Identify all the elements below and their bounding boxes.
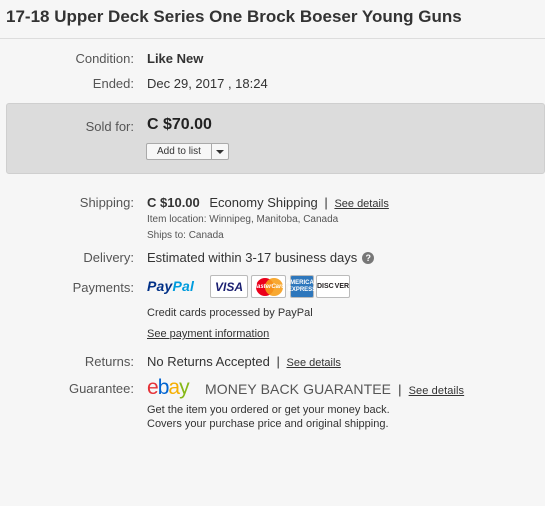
returns-value: No Returns Accepted (147, 354, 270, 369)
sold-label: Sold for: (85, 119, 134, 134)
returns-label: Returns: (84, 354, 134, 369)
guarantee-text: MONEY BACK GUARANTEE (205, 381, 392, 397)
delivery-value: Estimated within 3-17 business days (147, 250, 358, 265)
ended-label: Ended: (92, 76, 134, 91)
chevron-down-icon (215, 149, 224, 154)
payments-note: Credit cards processed by PayPal (147, 307, 313, 319)
sold-price: C $70.00 (147, 116, 212, 133)
add-to-list-label: Add to list (147, 144, 212, 159)
mastercard-icon: MasterCard (251, 275, 286, 298)
shipping-cost: C $10.00 (147, 195, 200, 210)
shipping-see-details-link[interactable]: See details (334, 198, 388, 210)
condition-label: Condition: (75, 51, 134, 66)
separator: | (276, 354, 280, 369)
guarantee-see-details-link[interactable]: See details (409, 385, 465, 397)
ships-to: Ships to: Canada (147, 230, 224, 241)
ebay-logo: ebay (147, 376, 190, 399)
payments-label: Payments: (72, 280, 134, 295)
amex-icon: AMERICAN EXPRESS (286, 275, 318, 298)
visa-icon: VISA (210, 275, 248, 298)
add-to-list-button[interactable]: Add to list (146, 143, 229, 160)
help-icon[interactable]: ? (362, 252, 375, 264)
returns-line: No Returns Accepted | See details (147, 354, 341, 369)
money-back-guarantee: MONEY BACK GUARANTEE | See details (205, 381, 464, 397)
shipping-label: Shipping: (79, 195, 134, 210)
item-location: Item location: Winnipeg, Manitoba, Canad… (147, 214, 339, 225)
sold-panel (6, 103, 545, 174)
guarantee-line-1: Get the item you ordered or get your mon… (147, 404, 390, 416)
delivery-label: Delivery: (83, 250, 134, 265)
ended-value: Dec 29, 2017 , 18:24 (147, 76, 268, 91)
delivery-line: Estimated within 3-17 business days? (147, 250, 375, 265)
separator: | (324, 195, 328, 210)
payments-info: See payment information (147, 325, 269, 340)
see-payment-information-link[interactable]: See payment information (147, 328, 269, 340)
guarantee-line-2: Covers your purchase price and original … (147, 418, 389, 430)
guarantee-label: Guarantee: (68, 381, 134, 396)
shipping-method: Economy Shipping (209, 195, 318, 210)
divider (0, 38, 545, 39)
page-title: 17-18 Upper Deck Series One Brock Boeser… (6, 7, 462, 26)
separator: | (398, 382, 402, 397)
paypal-logo: PayPal (147, 278, 195, 294)
shipping-line: C $10.00 Economy Shipping | See details (147, 195, 389, 210)
add-to-list-dropdown[interactable] (212, 144, 228, 159)
returns-see-details-link[interactable]: See details (287, 357, 341, 369)
discover-icon: DISC VER (316, 275, 350, 298)
condition-value: Like New (147, 51, 204, 66)
